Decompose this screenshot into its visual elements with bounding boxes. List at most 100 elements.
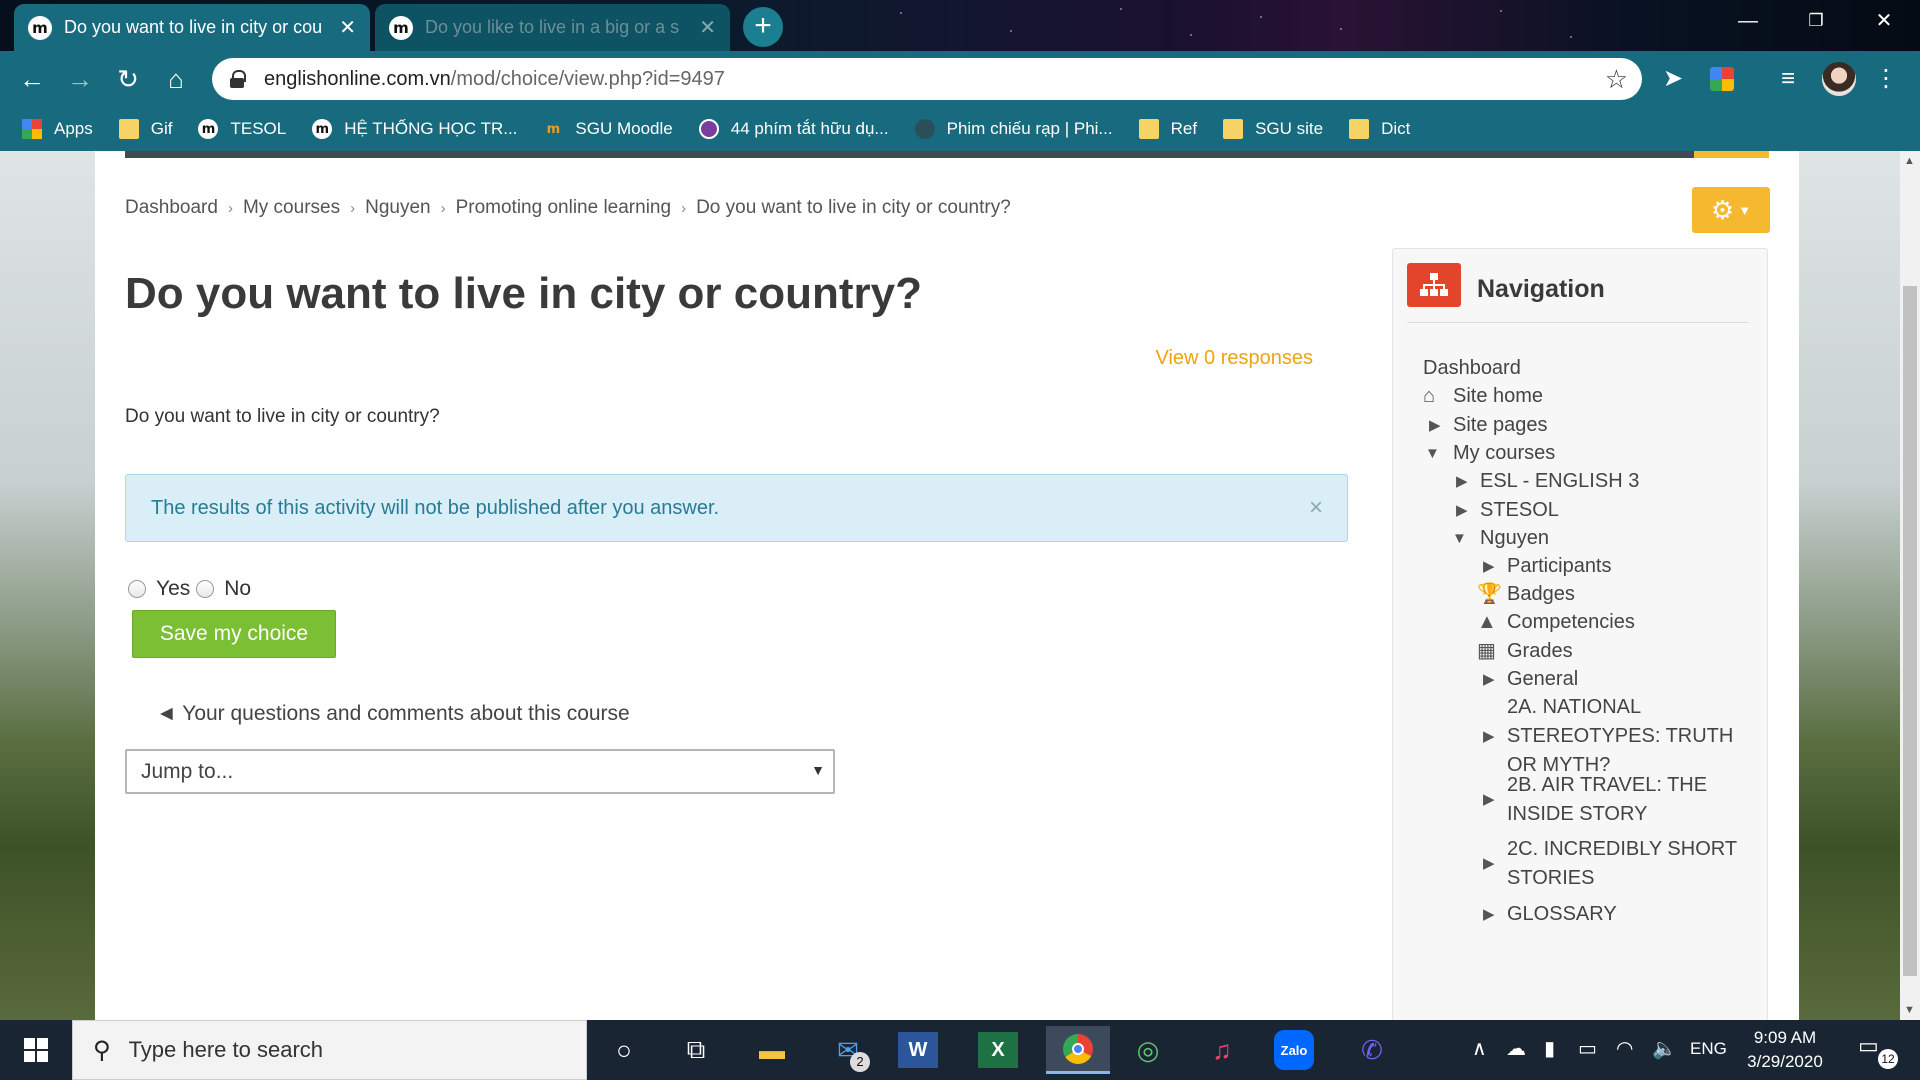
caret-right-icon: ▶ xyxy=(1429,417,1441,434)
mail-icon[interactable]: ✉ 2 xyxy=(824,1026,872,1074)
settings-menu-button[interactable]: ⚙ ▼ xyxy=(1692,187,1770,233)
circle-purple-icon xyxy=(698,119,719,139)
nav-item-nguyen[interactable]: ▼ Nguyen xyxy=(1452,524,1549,553)
bookmark-ref[interactable]: Ref xyxy=(1138,119,1197,139)
address-bar[interactable]: englishonline.com.vn/mod/choice/view.php… xyxy=(212,58,1642,100)
tab-close-icon[interactable]: ✕ xyxy=(699,15,716,40)
nav-item-esl-english-3[interactable]: ▶ ESL - ENGLISH 3 xyxy=(1456,467,1639,496)
volume-icon[interactable]: 🔈 xyxy=(1652,1036,1677,1061)
back-arrow-icon[interactable]: ← xyxy=(14,61,50,97)
forward-arrow-icon[interactable]: → xyxy=(62,61,98,97)
save-choice-button[interactable]: Save my choice xyxy=(132,610,336,658)
label-no[interactable]: No xyxy=(224,577,251,601)
tab-active[interactable]: m Do you want to live in city or cou ✕ xyxy=(14,4,370,51)
task-view-icon[interactable]: ⧉ xyxy=(672,1026,720,1074)
scroll-down-icon[interactable]: ▼ xyxy=(1904,1004,1915,1016)
bookmark-phim-chieu-rap[interactable]: Phim chiếu rạp | Phi... xyxy=(914,119,1113,139)
jump-to-select[interactable]: Jump to... ▼ xyxy=(125,749,835,794)
bookmark-sgu-site[interactable]: SGU site xyxy=(1223,119,1323,139)
onedrive-icon[interactable]: ☁ xyxy=(1506,1036,1526,1061)
nav-item-dashboard[interactable]: Dashboard xyxy=(1423,354,1521,383)
bookmark-star-icon[interactable]: ☆ xyxy=(1605,64,1628,95)
navigation-title: Navigation xyxy=(1477,275,1605,303)
chrome-menu-icon[interactable]: ⋮ xyxy=(1870,63,1902,95)
cursor-extension-icon[interactable]: ➤ xyxy=(1657,63,1689,95)
lock-icon[interactable] xyxy=(230,70,246,88)
grammarly-like-icon[interactable]: ◎ xyxy=(1124,1026,1172,1074)
moodle-favicon-icon: m xyxy=(389,15,413,40)
breadcrumb-my-courses[interactable]: My courses xyxy=(243,197,340,219)
bookmark-he-thong[interactable]: m HỆ THỐNG HỌC TR... xyxy=(312,119,517,139)
cortana-icon[interactable]: ○ xyxy=(600,1026,648,1074)
windows-taskbar: ⚲ Type here to search ○ ⧉ ▬ ✉ 2 W X ◎ ♫ Z… xyxy=(0,1020,1920,1080)
microphone-icon[interactable]: ▮ xyxy=(1544,1036,1555,1061)
bookmark-tesol[interactable]: m TESOL xyxy=(198,119,286,139)
bookmark-gif[interactable]: Gif xyxy=(118,119,172,139)
nav-item-site-pages[interactable]: ▶ Site pages xyxy=(1429,411,1548,440)
window-close-icon[interactable]: ✕ xyxy=(1850,0,1918,42)
itunes-icon[interactable]: ♫ xyxy=(1198,1026,1246,1074)
view-responses-link[interactable]: View 0 responses xyxy=(1156,347,1314,370)
previous-activity-link[interactable]: ◄ Your questions and comments about this… xyxy=(156,702,630,726)
nav-item-participants[interactable]: ▶ Participants xyxy=(1483,552,1612,581)
nav-item-2c[interactable]: ▶ 2C. INCREDIBLY SHORT STORIES xyxy=(1483,835,1753,893)
breadcrumb-dashboard[interactable]: Dashboard xyxy=(125,197,218,219)
action-center-icon[interactable]: ▭ 12 xyxy=(1858,1033,1898,1069)
file-explorer-icon[interactable]: ▬ xyxy=(748,1026,796,1074)
zalo-icon[interactable]: Zalo xyxy=(1274,1030,1314,1070)
breadcrumb-promoting[interactable]: Promoting online learning xyxy=(456,197,671,219)
taskbar-clock[interactable]: 9:09 AM 3/29/2020 xyxy=(1730,1026,1840,1074)
tray-overflow-icon[interactable]: ∧ xyxy=(1472,1036,1487,1061)
word-icon[interactable]: W xyxy=(898,1032,938,1068)
bookmark-44-phim[interactable]: 44 phím tắt hữu dụ... xyxy=(698,119,889,139)
folder-icon xyxy=(1349,119,1370,139)
breadcrumb-current[interactable]: Do you want to live in city or country? xyxy=(696,197,1011,219)
new-tab-button[interactable]: + xyxy=(743,7,783,47)
nav-item-my-courses[interactable]: ▼ My courses xyxy=(1425,439,1555,468)
battery-icon[interactable]: ▭ xyxy=(1578,1036,1597,1061)
media-queue-icon[interactable]: ≡ xyxy=(1772,63,1804,95)
bookmark-sgu-moodle[interactable]: m SGU Moodle xyxy=(543,119,673,139)
bookmark-dict[interactable]: Dict xyxy=(1349,119,1410,139)
bookmark-apps[interactable]: Apps xyxy=(22,119,93,139)
restore-icon[interactable]: ❐ xyxy=(1782,0,1850,42)
nav-item-badges[interactable]: 🏆 Badges xyxy=(1477,580,1575,609)
scroll-thumb[interactable] xyxy=(1903,286,1917,976)
excel-icon[interactable]: X xyxy=(978,1032,1018,1068)
reload-icon[interactable]: ↻ xyxy=(110,61,146,97)
nav-item-site-home[interactable]: ⌂ Site home xyxy=(1423,382,1543,411)
page-viewport: Dashboard › My courses › Nguyen › Promot… xyxy=(0,151,1920,1020)
folder-icon xyxy=(118,119,139,139)
home-icon[interactable]: ⌂ xyxy=(158,61,194,97)
radio-yes[interactable] xyxy=(128,580,146,598)
breadcrumb: Dashboard › My courses › Nguyen › Promot… xyxy=(125,197,1011,219)
color-extension-icon[interactable] xyxy=(1710,67,1734,91)
page-scrollbar[interactable]: ▲ ▼ xyxy=(1900,151,1920,1020)
wifi-icon[interactable]: ◠ xyxy=(1616,1036,1633,1061)
radio-no[interactable] xyxy=(196,580,215,598)
chrome-icon[interactable] xyxy=(1046,1026,1110,1074)
breadcrumb-nguyen[interactable]: Nguyen xyxy=(365,197,431,219)
nav-item-stesol[interactable]: ▶ STESOL xyxy=(1456,496,1559,525)
nav-item-glossary[interactable]: ▶ GLOSSARY xyxy=(1483,900,1617,929)
profile-avatar[interactable] xyxy=(1822,62,1856,96)
moodle-page: Dashboard › My courses › Nguyen › Promot… xyxy=(95,151,1799,1020)
nav-item-2b[interactable]: ▶ 2B. AIR TRAVEL: THE INSIDE STORY xyxy=(1483,771,1753,829)
search-icon: ⚲ xyxy=(93,1036,111,1064)
close-icon[interactable]: × xyxy=(1309,494,1323,522)
label-yes[interactable]: Yes xyxy=(156,577,190,601)
minimize-icon[interactable]: — xyxy=(1714,0,1782,42)
taskbar-search-box[interactable]: ⚲ Type here to search xyxy=(72,1020,587,1080)
viber-icon[interactable]: ✆ xyxy=(1348,1026,1396,1074)
apps-grid-icon xyxy=(22,119,42,139)
start-button[interactable] xyxy=(0,1020,72,1080)
nav-item-competencies[interactable]: ▲ Competencies xyxy=(1477,608,1635,637)
tab-inactive[interactable]: m Do you like to live in a big or a s ✕ xyxy=(375,4,730,51)
scroll-up-icon[interactable]: ▲ xyxy=(1904,155,1915,167)
language-indicator[interactable]: ENG xyxy=(1690,1039,1727,1059)
nav-item-general[interactable]: ▶ General xyxy=(1483,665,1578,694)
nav-item-2a[interactable]: ▶ 2A. NATIONAL STEREOTYPES: TRUTH OR MYTH… xyxy=(1483,693,1753,780)
tab-close-icon[interactable]: ✕ xyxy=(339,15,356,40)
nav-item-grades[interactable]: ▦ Grades xyxy=(1477,637,1573,666)
navigation-block: Navigation Dashboard ⌂ Site home ▶ Site pa… xyxy=(1392,248,1768,1020)
